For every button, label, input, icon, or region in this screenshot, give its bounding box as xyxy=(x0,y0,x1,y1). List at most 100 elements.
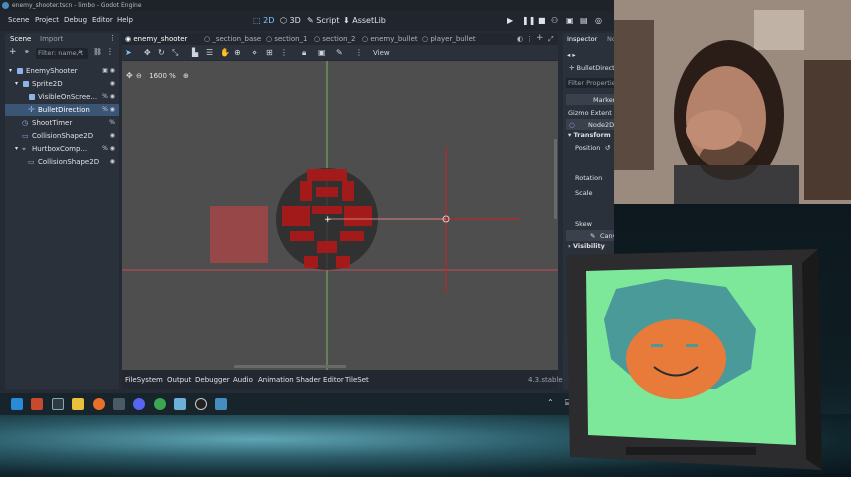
ruler-tool-icon[interactable]: ▙ xyxy=(192,48,198,57)
group-icon[interactable]: ▣ xyxy=(318,48,326,57)
filter-menu-icon[interactable]: ⋮ xyxy=(106,47,114,56)
visibility-icon[interactable]: ◉ xyxy=(110,156,115,168)
tree-item-bulletdirection[interactable]: ✛ BulletDirection % ◉ xyxy=(5,104,119,116)
visibility-icon[interactable]: ▣ ◉ xyxy=(102,65,115,77)
move-tool-icon[interactable]: ✥ xyxy=(144,48,151,57)
tab-section-base[interactable]: ○ _section_base xyxy=(204,35,261,43)
revert-icon[interactable]: ↺ xyxy=(605,144,610,152)
scale-tool-icon[interactable]: ⤡ xyxy=(172,48,178,58)
play-icon[interactable]: ▶ xyxy=(507,16,513,25)
menu-debug[interactable]: Debug xyxy=(64,16,87,24)
menu-project[interactable]: Project xyxy=(35,16,59,24)
terminal-icon[interactable] xyxy=(52,398,64,410)
smart-snap-icon[interactable]: ⋄ xyxy=(252,48,257,57)
remote-debug-icon[interactable]: ⚇ xyxy=(551,16,558,25)
app-icon[interactable] xyxy=(31,398,43,410)
class-header-node2d[interactable]: ○ Node2D xyxy=(566,119,614,130)
file-explorer-icon[interactable] xyxy=(72,398,84,410)
zoom-level[interactable]: 1600 % xyxy=(149,72,176,80)
pause-icon[interactable]: ❚❚ xyxy=(522,16,535,25)
list-select-icon[interactable]: ☰ xyxy=(206,48,213,57)
tab-output[interactable]: Output xyxy=(167,376,191,384)
stop-icon[interactable]: ■ xyxy=(538,16,546,25)
horizontal-scrollbar[interactable] xyxy=(234,365,346,368)
tree-item-collisionshape2d-child[interactable]: ▭ CollisionShape2D ◉ xyxy=(5,156,119,168)
tray-chevron-icon[interactable]: ⌃ xyxy=(547,398,554,407)
pan-icon[interactable]: ✥ xyxy=(126,71,133,80)
visibility-icon[interactable]: ◉ xyxy=(110,130,115,142)
class-header-canvasitem[interactable]: ✎ CanvasItem xyxy=(566,230,614,241)
vertical-scrollbar[interactable] xyxy=(554,139,557,219)
zoom-out-icon[interactable]: ⊖ xyxy=(136,72,142,80)
tab-tileset[interactable]: TileSet xyxy=(345,376,369,384)
grid-snap-icon[interactable]: ⊞ xyxy=(266,48,273,57)
tree-item-visibleonscreen[interactable]: VisibleOnScree... % ◉ xyxy=(5,91,119,103)
add-node-icon[interactable]: + xyxy=(9,47,17,57)
movie-maker-icon[interactable]: ◎ xyxy=(595,16,602,25)
tree-item-sprite2d[interactable]: ▾ Sprite2D ◉ xyxy=(5,78,119,90)
rotate-tool-icon[interactable]: ↻ xyxy=(158,48,165,57)
taskmanager-icon[interactable] xyxy=(113,398,125,410)
transform-section[interactable]: ▾ Transform xyxy=(568,131,611,139)
tree-item-shoottimer[interactable]: ◷ ShootTimer % xyxy=(5,117,119,129)
inspector-filter-input[interactable]: Filter Properties xyxy=(566,78,614,88)
visibility-icon[interactable]: ◉ xyxy=(110,78,115,90)
play-custom-icon[interactable]: ▤ xyxy=(580,16,588,25)
workspace-3d-button[interactable]: ⬡ 3D xyxy=(280,16,301,25)
tab-audio[interactable]: Audio xyxy=(233,376,253,384)
tab-section-1[interactable]: ○ section_1 xyxy=(266,35,308,43)
pivot-tool-icon[interactable]: ⊕ xyxy=(234,48,241,57)
instance-icon[interactable]: ⛓ xyxy=(93,48,102,56)
obs-icon[interactable] xyxy=(195,398,207,410)
tab-animation[interactable]: Animation xyxy=(258,376,294,384)
distraction-free-icon[interactable]: ⤢ xyxy=(548,35,554,44)
workspace-2d-button[interactable]: ⬚ 2D xyxy=(253,16,274,25)
tree-item-collisionshape2d[interactable]: ▭ CollisionShape2D ◉ xyxy=(5,130,119,142)
windows-icon[interactable] xyxy=(11,398,23,410)
godot-icon[interactable] xyxy=(215,398,227,410)
tree-item-hurtboxcomponent[interactable]: ▾ ⌖ HurtboxComp... % ◉ xyxy=(5,143,119,155)
view-menu-button[interactable]: View xyxy=(373,49,390,57)
pet-app-icon[interactable] xyxy=(174,398,186,410)
tab-enemy-shooter[interactable]: ◉ enemy_shooter xyxy=(125,35,187,43)
snap-options-icon[interactable]: ⋮ xyxy=(280,48,288,57)
history-back-icon[interactable]: ◂ ▸ xyxy=(567,51,576,59)
more-icon[interactable]: ⋮ xyxy=(355,48,363,57)
tree-item-enemyshooter[interactable]: ▾ EnemyShooter ▣ ◉ xyxy=(5,65,119,77)
menu-help[interactable]: Help xyxy=(117,16,133,24)
tab-filesystem[interactable]: FileSystem xyxy=(125,376,163,384)
firefox-icon[interactable] xyxy=(93,398,105,410)
collapse-arrow-icon[interactable]: ▾ xyxy=(15,78,18,90)
tab-inspector[interactable]: Inspector xyxy=(567,35,597,43)
tab-section-2[interactable]: ○ section_2 xyxy=(314,35,356,43)
pan-tool-icon[interactable]: ✋ xyxy=(220,48,230,57)
collapse-arrow-icon[interactable]: ▾ xyxy=(15,143,18,155)
script-visibility-icon[interactable]: % ◉ xyxy=(102,104,115,116)
lock-icon[interactable]: 🔒︎ xyxy=(302,48,306,58)
script-icon[interactable]: % xyxy=(109,117,115,129)
workspace-script-button[interactable]: ✎ Script xyxy=(307,16,339,25)
scroll-tabs-icon[interactable]: ⋮ xyxy=(526,35,533,43)
script-visibility-icon[interactable]: % ◉ xyxy=(102,91,115,103)
link-icon[interactable]: ⚭ xyxy=(24,48,30,56)
play-scene-icon[interactable]: ▣ xyxy=(566,16,574,25)
tab-shader-editor[interactable]: Shader Editor xyxy=(296,376,344,384)
select-tool-icon[interactable]: ➤ xyxy=(125,48,132,57)
class-header-marker2d[interactable]: Marker2D xyxy=(566,94,614,105)
tab-scene[interactable]: Scene xyxy=(10,35,31,43)
2d-viewport[interactable]: + ✥ ⊖ 1600 % ⊕ xyxy=(122,61,558,370)
menu-scene[interactable]: Scene xyxy=(8,16,29,24)
chrome-icon[interactable] xyxy=(154,398,166,410)
skeleton-icon[interactable]: ✎ xyxy=(336,48,343,57)
add-scene-tab-icon[interactable]: + xyxy=(536,33,544,43)
scene-history-icon[interactable]: ◐ xyxy=(517,35,523,43)
tab-debugger[interactable]: Debugger xyxy=(195,376,230,384)
collapse-arrow-icon[interactable]: ▾ xyxy=(9,65,12,77)
tab-node[interactable]: No xyxy=(607,35,614,43)
zoom-control[interactable]: ⊖ 1600 % ⊕ xyxy=(136,72,189,80)
discord-icon[interactable] xyxy=(133,398,145,410)
tab-import[interactable]: Import xyxy=(40,35,63,43)
zoom-in-icon[interactable]: ⊕ xyxy=(183,72,189,80)
tab-enemy-bullet[interactable]: ○ enemy_bullet xyxy=(362,35,418,43)
dock-menu-icon[interactable]: ⋮ xyxy=(109,34,116,42)
